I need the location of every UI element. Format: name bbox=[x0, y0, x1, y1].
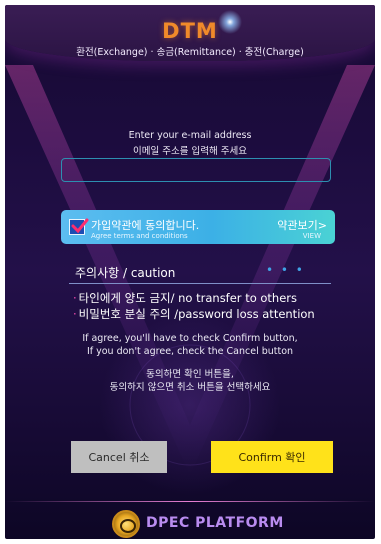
caution-dots: • • • bbox=[266, 263, 305, 277]
rule-bullet: · bbox=[73, 291, 77, 305]
email-input[interactable] bbox=[61, 158, 331, 182]
agree-label-ko: 가입약관에 동의합니다. bbox=[91, 219, 200, 232]
service-subtitle: 환전(Exchange) · 송금(Remittance) · 충전(Charg… bbox=[76, 47, 304, 58]
info-ko-line: 동의하지 않으면 취소 버튼을 선택하세요 bbox=[109, 382, 271, 393]
agree-terms-bar[interactable]: 가입약관에 동의합니다. Agree terms and conditions … bbox=[61, 210, 335, 244]
footer-divider bbox=[5, 501, 375, 502]
dpec-logo-icon bbox=[112, 510, 140, 538]
app-header: DTM 환전(Exchange) · 송금(Remittance) · 충전(C… bbox=[5, 5, 375, 61]
agree-checkbox[interactable] bbox=[69, 218, 89, 235]
platform-name: DPEC PLATFORM bbox=[146, 515, 284, 531]
email-prompt-en: Enter your e-mail address bbox=[128, 130, 252, 141]
rule-text: 타인에게 양도 금지/ no transfer to others bbox=[78, 291, 298, 305]
caution-rule: · 타인에게 양도 금지/ no transfer to others bbox=[73, 290, 297, 306]
confirm-button[interactable]: Confirm 확인 bbox=[211, 441, 333, 473]
view-terms-link[interactable]: 약관보기> bbox=[277, 217, 327, 233]
caution-heading: 주의사항 / caution bbox=[75, 266, 176, 280]
caution-divider bbox=[69, 283, 331, 284]
rule-bullet: · bbox=[73, 307, 77, 321]
agree-label-en: Agree terms and conditions bbox=[91, 232, 188, 240]
caution-rule: · 비밀번호 분실 주의 /password loss attention bbox=[73, 306, 315, 322]
cancel-button[interactable]: Cancel 취소 bbox=[71, 441, 167, 473]
info-en-line: If agree, you'll have to check Confirm b… bbox=[82, 333, 298, 344]
brand-title: DTM bbox=[162, 19, 218, 43]
info-ko-line: 동의하면 확인 버튼을, bbox=[146, 369, 234, 380]
email-prompt-ko: 이메일 주소를 입력해 주세요 bbox=[133, 146, 247, 157]
checkmark-icon bbox=[71, 218, 89, 234]
view-terms-link-en[interactable]: VIEW bbox=[303, 232, 321, 240]
rule-text: 비밀번호 분실 주의 /password loss attention bbox=[78, 307, 315, 321]
info-en-line: If you don't agree, check the Cancel but… bbox=[86, 346, 294, 357]
app-screen: DTM 환전(Exchange) · 송금(Remittance) · 충전(C… bbox=[5, 5, 375, 539]
